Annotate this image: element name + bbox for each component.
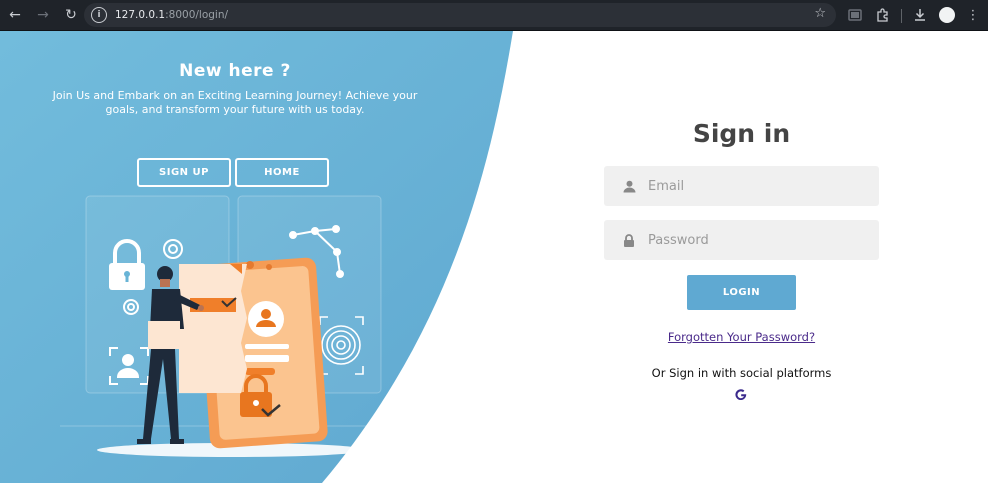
site-info-icon[interactable]: i — [91, 7, 107, 23]
sign-in-title: Sign in — [692, 119, 791, 148]
panel-description: Join Us and Embark on an Exciting Learni… — [52, 89, 418, 116]
profile-avatar[interactable] — [939, 7, 955, 23]
login-page: New here ? Join Us and Embark on an Exci… — [0, 31, 988, 483]
extensions-icon[interactable] — [872, 5, 892, 25]
url-text: 127.0.0.1:8000/login/ — [115, 9, 228, 21]
address-bar[interactable]: i 127.0.0.1:8000/login/ ☆ — [84, 3, 836, 27]
forgot-password-link[interactable]: Forgotten Your Password? — [604, 330, 879, 344]
download-icon[interactable] — [910, 5, 930, 25]
social-signin-text: Or Sign in with social platforms — [651, 366, 832, 380]
toolbar-separator — [901, 9, 902, 23]
forward-icon[interactable]: → — [30, 2, 56, 28]
user-icon — [620, 180, 638, 193]
url-host: 127.0.0.1 — [115, 9, 166, 21]
document-illustration — [179, 264, 247, 393]
reload-icon[interactable]: ↻ — [58, 2, 84, 28]
url-path: :8000/login/ — [165, 9, 229, 21]
panel-button-group: SIGN UP HOME — [137, 158, 329, 187]
menu-icon[interactable]: ⋮ — [963, 5, 983, 25]
login-button[interactable]: LOGIN — [687, 275, 796, 310]
lock-icon — [620, 233, 638, 247]
home-button[interactable]: HOME — [235, 158, 329, 187]
bookmark-star-icon[interactable]: ☆ — [814, 6, 826, 21]
password-field[interactable]: Password — [604, 220, 879, 260]
password-placeholder: Password — [648, 232, 709, 248]
welcome-panel: New here ? Join Us and Embark on an Exci… — [40, 61, 430, 187]
google-icon[interactable] — [733, 386, 749, 402]
email-field[interactable]: Email — [604, 166, 879, 206]
email-placeholder: Email — [648, 178, 685, 194]
panel-title: New here ? — [179, 61, 291, 81]
browser-toolbar: ← → ↻ i 127.0.0.1:8000/login/ ☆ ⋮ — [0, 0, 988, 31]
sign-up-button[interactable]: SIGN UP — [137, 158, 231, 187]
tab-search-icon[interactable] — [845, 5, 865, 25]
back-icon[interactable]: ← — [2, 2, 28, 28]
